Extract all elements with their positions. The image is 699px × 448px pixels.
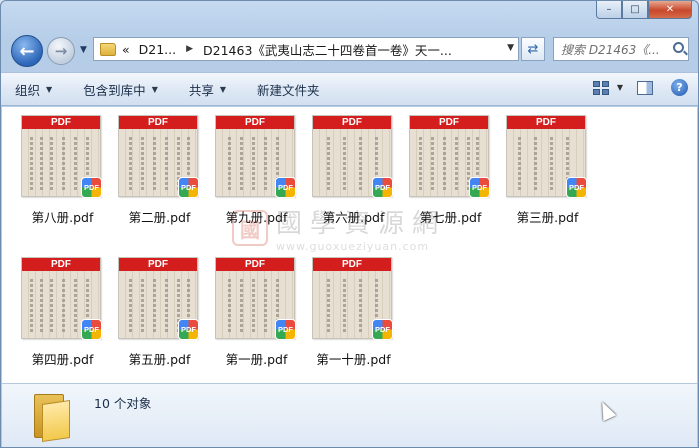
pdf-band-label: PDF [507,116,585,129]
pdf-app-icon: PDF [275,177,296,198]
refresh-button[interactable]: ⇄ [521,37,545,61]
pdf-app-icon: PDF [178,319,199,340]
file-item[interactable]: PDF PDF 第九册.pdf [212,115,309,243]
arrow-left-icon: ← [19,40,35,62]
file-grid: PDF PDF 第八册.pdf PDF PDF 第二册.pdf PDF PDF 第九册.pdf P… [18,115,600,385]
refresh-icon: ⇄ [527,41,539,57]
pdf-app-icon: PDF [566,177,587,198]
organize-menu[interactable]: 组织 ▼ [15,80,52,99]
preview-pane-icon[interactable] [637,80,653,95]
pdf-app-icon: PDF [275,319,296,340]
file-name: 第六册.pdf [322,210,385,225]
breadcrumb-separator-icon[interactable]: ▶ [186,44,193,54]
new-folder-label: 新建文件夹 [257,82,320,98]
file-name: 第二册.pdf [128,210,191,225]
arrow-right-icon: → [54,42,68,60]
share-menu[interactable]: 共享 ▼ [189,80,226,99]
explorer-window: – □ ✕ ← → ▼ « D21... ▶ D21463《武夷山志二十四卷首一… [0,0,699,448]
pdf-band-label: PDF [119,258,197,271]
include-in-library-menu[interactable]: 包含到库中 ▼ [83,80,158,99]
caption-buttons: – □ ✕ [596,1,692,19]
address-bar[interactable]: « D21... ▶ D21463《武夷山志二十四卷首一卷》天一... ▼ [93,37,519,61]
breadcrumb-item-parent[interactable]: D21... [139,42,176,57]
pdf-band-label: PDF [119,116,197,129]
breadcrumb-item-current[interactable]: D21463《武夷山志二十四卷首一卷》天一... [203,40,452,59]
forward-button[interactable]: → [47,37,75,65]
close-button[interactable]: ✕ [648,1,692,19]
pdf-app-icon: PDF [81,319,102,340]
include-in-library-label: 包含到库中 [83,82,146,98]
file-item[interactable]: PDF PDF 第三册.pdf [503,115,600,243]
pdf-app-icon: PDF [469,177,490,198]
folder-icon [30,392,74,442]
pdf-band-label: PDF [216,258,294,271]
pdf-band-label: PDF [313,116,391,129]
search-icon[interactable] [673,42,684,53]
pdf-band-label: PDF [313,258,391,271]
item-count: 10 个对象 [94,396,152,411]
details-pane: 10 个对象 [2,383,697,447]
file-item[interactable]: PDF PDF 第五册.pdf [115,257,212,385]
chevron-down-icon: ▼ [151,84,158,94]
help-icon[interactable]: ? [671,79,688,96]
file-item[interactable]: PDF PDF 第六册.pdf [309,115,406,243]
pdf-app-icon: PDF [81,177,102,198]
search-input[interactable]: 搜索 D21463《... [553,37,689,61]
folder-icon [100,42,116,56]
pdf-band-label: PDF [22,258,100,271]
change-view-icon[interactable] [592,80,609,95]
back-button[interactable]: ← [11,35,43,67]
breadcrumb-overflow[interactable]: « [122,42,130,57]
command-bar: 组织 ▼ 包含到库中 ▼ 共享 ▼ 新建文件夹 ▼ ? [1,72,698,106]
file-name: 第七册.pdf [419,210,482,225]
file-name: 第九册.pdf [225,210,288,225]
new-folder-button[interactable]: 新建文件夹 [257,80,320,99]
file-item[interactable]: PDF PDF 第八册.pdf [18,115,115,243]
file-item[interactable]: PDF PDF 第一十册.pdf [309,257,406,385]
file-item[interactable]: PDF PDF 第一册.pdf [212,257,309,385]
chevron-down-icon: ▼ [219,84,227,94]
view-controls: ▼ ? [592,79,688,96]
pdf-band-label: PDF [22,116,100,129]
share-label: 共享 [188,82,214,98]
file-item[interactable]: PDF PDF 第二册.pdf [115,115,212,243]
file-list-pane[interactable]: 國 國學資源網 www.guoxueziyuan.com PDF PDF 第八册.p… [2,107,697,383]
chevron-down-icon: ▼ [46,84,53,94]
file-item[interactable]: PDF PDF 第七册.pdf [406,115,503,243]
file-name: 第四册.pdf [31,352,94,367]
file-name: 第八册.pdf [31,210,94,225]
file-name: 第五册.pdf [128,352,191,367]
search-placeholder: 搜索 D21463《... [561,42,660,57]
view-options-dropdown[interactable]: ▼ [617,83,623,92]
navigation-bar: ← → ▼ « D21... ▶ D21463《武夷山志二十四卷首一卷》天一..… [1,31,698,71]
pdf-band-label: PDF [410,116,488,129]
pdf-app-icon: PDF [372,319,393,340]
maximize-button[interactable]: □ [622,1,648,19]
pdf-band-label: PDF [216,116,294,129]
organize-label: 组织 [15,82,41,98]
file-name: 第一十册.pdf [316,352,391,367]
pdf-app-icon: PDF [372,177,393,198]
file-name: 第三册.pdf [516,210,579,225]
file-name: 第一册.pdf [225,352,288,367]
minimize-button[interactable]: – [596,1,622,19]
recent-pages-dropdown[interactable]: ▼ [80,45,87,55]
file-item[interactable]: PDF PDF 第四册.pdf [18,257,115,385]
address-dropdown-icon[interactable]: ▼ [507,43,514,53]
pdf-app-icon: PDF [178,177,199,198]
